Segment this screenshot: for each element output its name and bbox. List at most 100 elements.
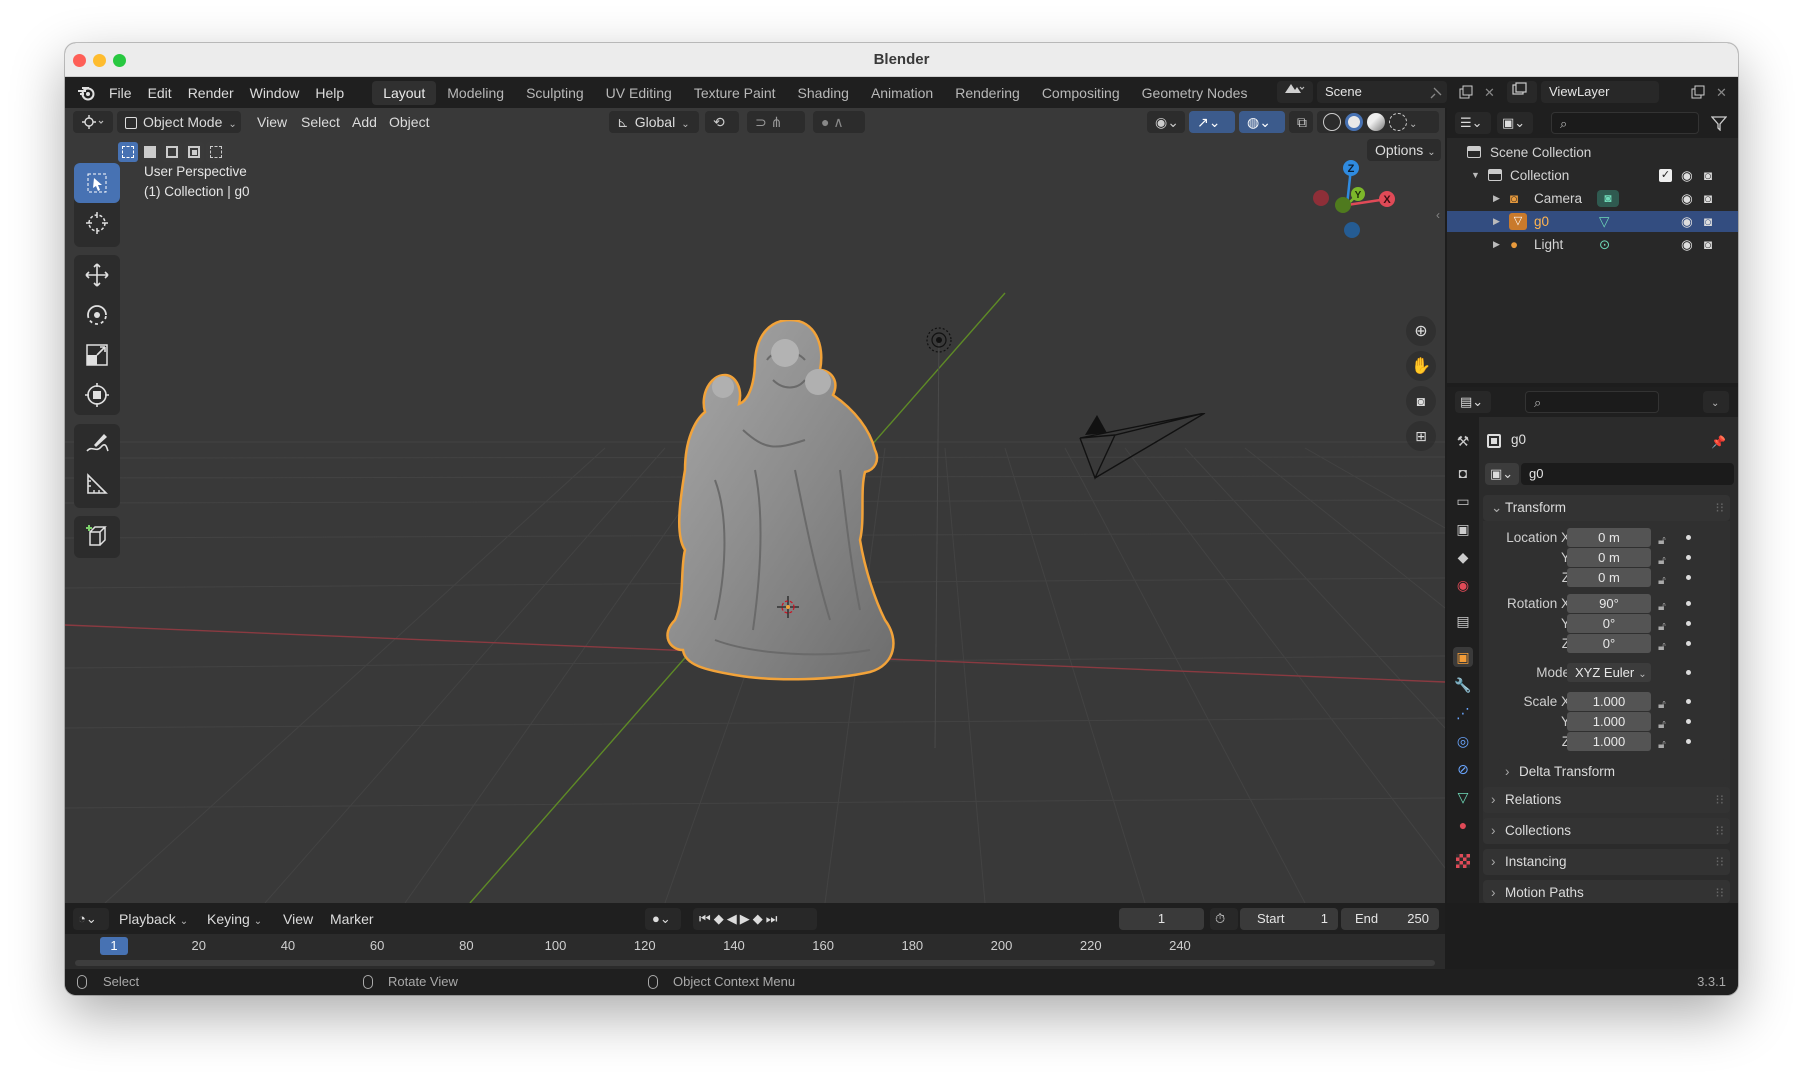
eye-icon[interactable]: ◉ xyxy=(1681,188,1693,209)
select-subtract-icon[interactable] xyxy=(162,142,182,162)
world-tab[interactable]: ◉ xyxy=(1453,575,1473,595)
scale-x-field[interactable]: 1.000 xyxy=(1567,692,1651,711)
properties-options-button[interactable]: ⌄ xyxy=(1703,391,1729,413)
playback-menu[interactable]: Playback ⌄ xyxy=(113,908,194,933)
tab-layout[interactable]: Layout xyxy=(372,80,437,105)
new-scene-icon[interactable] xyxy=(1458,85,1474,101)
outliner-row-scene-collection[interactable]: Scene Collection xyxy=(1447,142,1738,163)
minimize-window-button[interactable] xyxy=(93,54,106,67)
rendered-shading-icon[interactable] xyxy=(1389,113,1407,131)
mode-dropdown[interactable]: Object Mode ⌄ xyxy=(117,111,241,133)
gizmo-z-label[interactable]: Z xyxy=(1348,163,1355,175)
properties-editor-type-button[interactable]: ▤⌄ xyxy=(1455,391,1491,413)
expand-arrow-icon[interactable]: ▶ xyxy=(1493,211,1500,232)
drag-handle-icon[interactable]: ⁝⁝ xyxy=(1715,818,1724,844)
object-data-selector[interactable]: ▣⌄ xyxy=(1485,463,1519,485)
frame-ruler[interactable]: 1 20 40 60 80 100 120 140 160 180 200 220 240 xyxy=(65,934,1445,958)
transform-tool[interactable] xyxy=(74,375,120,415)
menu-add[interactable]: Add xyxy=(346,111,383,133)
transform-orientation-dropdown[interactable]: ⊾ Global ⌄ xyxy=(609,111,699,133)
tab-rendering[interactable]: Rendering xyxy=(944,81,1031,105)
scale-y-field[interactable]: 1.000 xyxy=(1567,712,1651,731)
tab-modeling[interactable]: Modeling xyxy=(436,81,515,105)
outliner-search-input[interactable]: ⌕ xyxy=(1551,112,1699,134)
keyframe-dot-icon[interactable] xyxy=(1686,719,1691,724)
tab-sculpting[interactable]: Sculpting xyxy=(515,81,595,105)
output-tab[interactable]: ▭ xyxy=(1453,491,1473,511)
render-tab[interactable]: ◘ xyxy=(1453,463,1473,483)
lock-icon[interactable]: 🔓︎ xyxy=(1658,714,1666,734)
texture-tab[interactable] xyxy=(1453,851,1473,871)
playhead-marker[interactable]: 1 xyxy=(100,937,128,955)
jump-start-icon[interactable]: ⏮ xyxy=(699,911,714,926)
current-frame-field[interactable]: 1 xyxy=(1119,908,1204,930)
timeline-scrollbar[interactable] xyxy=(75,960,1435,966)
close-window-button[interactable] xyxy=(73,54,86,67)
drag-handle-icon[interactable]: ⁝⁝ xyxy=(1715,880,1724,903)
scene-selector-button[interactable] xyxy=(1277,81,1313,103)
eye-icon[interactable]: ◉ xyxy=(1681,234,1693,255)
overlay-toggle-button[interactable]: ◍⌄ xyxy=(1239,111,1285,133)
tab-shading[interactable]: Shading xyxy=(787,81,860,105)
pivot-point-button[interactable]: ⟲ xyxy=(705,111,739,133)
lock-icon[interactable]: 🔓︎ xyxy=(1658,636,1666,656)
keyframe-dot-icon[interactable] xyxy=(1686,575,1691,580)
keyframe-dot-icon[interactable] xyxy=(1686,601,1691,606)
play-icon[interactable]: ▶ xyxy=(740,911,753,926)
drag-handle-icon[interactable]: ⁝⁝ xyxy=(1715,787,1724,813)
view-layer-selector-button[interactable] xyxy=(1507,81,1537,103)
outliner-editor-type-button[interactable]: ☰⌄ xyxy=(1455,112,1491,134)
expand-arrow-icon[interactable]: ▶ xyxy=(1493,188,1500,209)
zoom-window-button[interactable] xyxy=(113,54,126,67)
delta-transform-subpanel[interactable]: › Delta Transform xyxy=(1497,759,1726,785)
keyframe-dot-icon[interactable] xyxy=(1686,670,1691,675)
keyframe-dot-icon[interactable] xyxy=(1686,535,1691,540)
snap-button[interactable]: ⊃ ⋔ xyxy=(747,111,805,133)
3d-viewport[interactable]: Object Mode ⌄ View Select Add Object ⊾ Glo… xyxy=(65,108,1445,903)
tool-tab[interactable]: ⚒ xyxy=(1453,431,1473,451)
tab-animation[interactable]: Animation xyxy=(860,81,944,105)
sidebar-toggle-icon[interactable]: ‹ xyxy=(1436,208,1440,222)
menu-object[interactable]: Object xyxy=(383,111,435,133)
cursor-tool[interactable] xyxy=(74,203,120,243)
location-y-field[interactable]: 0 m xyxy=(1567,548,1651,567)
menu-edit[interactable]: Edit xyxy=(140,85,180,101)
eye-icon[interactable]: ◉ xyxy=(1681,165,1693,186)
filter-icon[interactable] xyxy=(1711,115,1727,131)
pin-icon[interactable] xyxy=(1430,87,1442,99)
outliner-row-light[interactable]: ▶ ● Light ⊙ ◉ ◙ xyxy=(1447,234,1738,255)
end-frame-field[interactable]: End 250 xyxy=(1341,908,1439,930)
lock-icon[interactable]: 🔓︎ xyxy=(1658,734,1666,754)
auto-keying-button[interactable]: ●⌄ xyxy=(645,908,681,930)
keying-menu[interactable]: Keying ⌄ xyxy=(201,908,268,933)
particles-tab[interactable]: ⋰ xyxy=(1453,703,1473,723)
scene-name-field[interactable]: Scene xyxy=(1317,81,1447,103)
drag-handle-icon[interactable]: ⁝⁝ xyxy=(1715,495,1724,521)
camera-view-button[interactable]: ◙ xyxy=(1406,386,1436,416)
checkbox-icon[interactable]: ✓ xyxy=(1659,169,1672,182)
lock-icon[interactable]: 🔓︎ xyxy=(1658,550,1666,570)
tab-uv-editing[interactable]: UV Editing xyxy=(595,81,683,105)
statue-model[interactable] xyxy=(655,320,915,700)
view-layer-name-field[interactable]: ViewLayer xyxy=(1541,81,1659,103)
properties-search-input[interactable]: ⌕ xyxy=(1525,391,1659,413)
rotation-mode-dropdown[interactable]: XYZ Euler ⌄ xyxy=(1567,663,1651,682)
delete-scene-icon[interactable]: ✕ xyxy=(1484,86,1495,99)
select-extend-icon[interactable] xyxy=(140,142,160,162)
start-frame-field[interactable]: Start 1 xyxy=(1240,908,1338,930)
tab-geometry-nodes[interactable]: Geometry Nodes xyxy=(1131,81,1259,105)
select-new-icon[interactable] xyxy=(118,142,138,162)
collections-panel-header[interactable]: › Collections ⁝⁝ xyxy=(1483,818,1730,844)
transform-panel-header[interactable]: ⌄ Transform ⁝⁝ xyxy=(1483,495,1730,521)
keyframe-dot-icon[interactable] xyxy=(1686,641,1691,646)
wireframe-shading-icon[interactable] xyxy=(1323,113,1341,131)
navigation-gizmo[interactable]: Z X Y xyxy=(1300,148,1410,258)
physics-tab[interactable]: ◎ xyxy=(1453,731,1473,751)
menu-render[interactable]: Render xyxy=(180,85,242,101)
location-x-field[interactable]: 0 m xyxy=(1567,528,1651,547)
location-z-field[interactable]: 0 m xyxy=(1567,568,1651,587)
add-cube-tool[interactable] xyxy=(74,516,120,556)
drag-handle-icon[interactable]: ⁝⁝ xyxy=(1715,849,1724,875)
perspective-toggle-button[interactable]: ⊞ xyxy=(1406,421,1436,451)
render-camera-icon[interactable]: ◙ xyxy=(1704,188,1712,209)
